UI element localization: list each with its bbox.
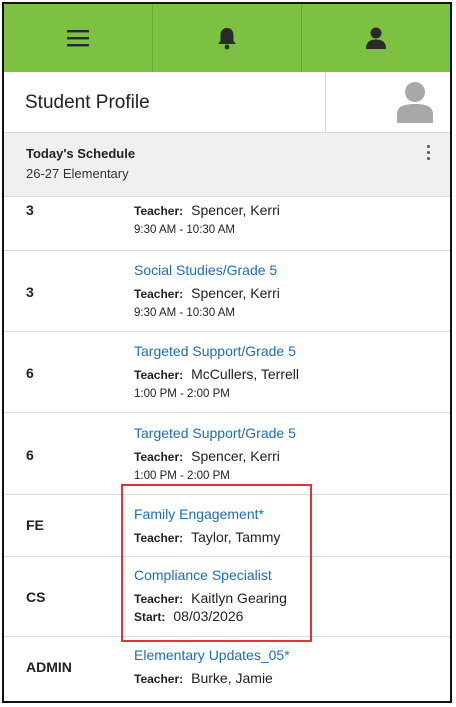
- teacher-name: Spencer, Kerri: [191, 285, 280, 301]
- schedule-subtitle: 26-27 Elementary: [26, 166, 129, 181]
- teacher-line: Teacher: Burke, Jamie: [134, 670, 273, 686]
- period-label: 6: [26, 447, 34, 463]
- course-link[interactable]: Targeted Support/Grade 5: [134, 343, 296, 359]
- notifications-button[interactable]: [153, 4, 302, 72]
- teacher-line: Teacher: Kaitlyn Gearing: [134, 590, 287, 606]
- teacher-line: Teacher: Taylor, Tammy: [134, 529, 280, 545]
- avatar-icon: [397, 82, 433, 123]
- period-label: 3: [26, 284, 34, 300]
- teacher-label: Teacher:: [134, 592, 184, 606]
- period-label: ADMIN: [26, 659, 72, 675]
- app-frame: Student Profile Today's Schedule 26-27 E…: [2, 2, 452, 703]
- start-date: 08/03/2026: [173, 608, 244, 624]
- period-label: 3: [26, 202, 34, 218]
- teacher-line: Teacher: Spencer, Kerri: [134, 448, 280, 464]
- course-link[interactable]: Elementary Updates_05*: [134, 647, 290, 663]
- teacher-label: Teacher:: [134, 450, 184, 464]
- schedule-row[interactable]: 3 Teacher: Spencer, Kerri 9:30 AM - 10:30…: [4, 197, 450, 251]
- course-link[interactable]: Compliance Specialist: [134, 567, 272, 583]
- start-line: Start: 08/03/2026: [134, 608, 243, 624]
- teacher-label: Teacher:: [134, 287, 184, 301]
- schedule-row[interactable]: ADMIN Elementary Updates_05* Teacher: Bur…: [4, 637, 450, 701]
- teacher-line: Teacher: Spencer, Kerri: [134, 202, 280, 218]
- period-label: FE: [26, 517, 44, 533]
- account-button[interactable]: [302, 4, 450, 72]
- time-range: 1:00 PM - 2:00 PM: [134, 470, 230, 482]
- avatar[interactable]: [325, 72, 450, 132]
- schedule-header: Today's Schedule 26-27 Elementary: [4, 133, 450, 197]
- start-label: Start:: [134, 610, 166, 624]
- teacher-name: Taylor, Tammy: [191, 529, 281, 545]
- schedule-title: Today's Schedule: [26, 146, 136, 161]
- teacher-name: Kaitlyn Gearing: [191, 590, 287, 606]
- teacher-label: Teacher:: [134, 531, 184, 545]
- profile-header: Student Profile: [4, 72, 450, 133]
- teacher-label: Teacher:: [134, 368, 184, 382]
- menu-icon: [67, 30, 89, 47]
- teacher-label: Teacher:: [134, 204, 184, 218]
- page-title: Student Profile: [25, 92, 150, 113]
- teacher-name: Spencer, Kerri: [191, 202, 280, 218]
- user-icon: [366, 27, 386, 49]
- bell-icon: [218, 28, 236, 50]
- teacher-label: Teacher:: [134, 672, 184, 686]
- schedule-row[interactable]: 3 Social Studies/Grade 5 Teacher: Spencer…: [4, 251, 450, 332]
- teacher-name: Burke, Jamie: [191, 670, 273, 686]
- teacher-line: Teacher: McCullers, Terrell: [134, 366, 299, 382]
- schedule-row[interactable]: CS Compliance Specialist Teacher: Kaitlyn…: [4, 557, 450, 637]
- menu-button[interactable]: [4, 4, 153, 72]
- period-label: 6: [26, 365, 34, 381]
- course-link[interactable]: Family Engagement*: [134, 506, 264, 522]
- period-label: CS: [26, 589, 46, 605]
- more-vertical-icon[interactable]: [424, 145, 432, 163]
- top-nav-bar: [4, 4, 450, 72]
- teacher-name: Spencer, Kerri: [191, 448, 280, 464]
- teacher-line: Teacher: Spencer, Kerri: [134, 285, 280, 301]
- time-range: 1:00 PM - 2:00 PM: [134, 388, 230, 400]
- course-link[interactable]: Social Studies/Grade 5: [134, 262, 277, 278]
- course-link[interactable]: Targeted Support/Grade 5: [134, 425, 296, 441]
- time-range: 9:30 AM - 10:30 AM: [134, 307, 236, 319]
- time-range: 9:30 AM - 10:30 AM: [134, 224, 236, 236]
- teacher-name: McCullers, Terrell: [191, 366, 300, 382]
- schedule-row[interactable]: 6 Targeted Support/Grade 5 Teacher: McCul…: [4, 332, 450, 413]
- schedule-row[interactable]: 6 Targeted Support/Grade 5 Teacher: Spenc…: [4, 413, 450, 495]
- schedule-row[interactable]: FE Family Engagement* Teacher: Taylor, Ta…: [4, 495, 450, 557]
